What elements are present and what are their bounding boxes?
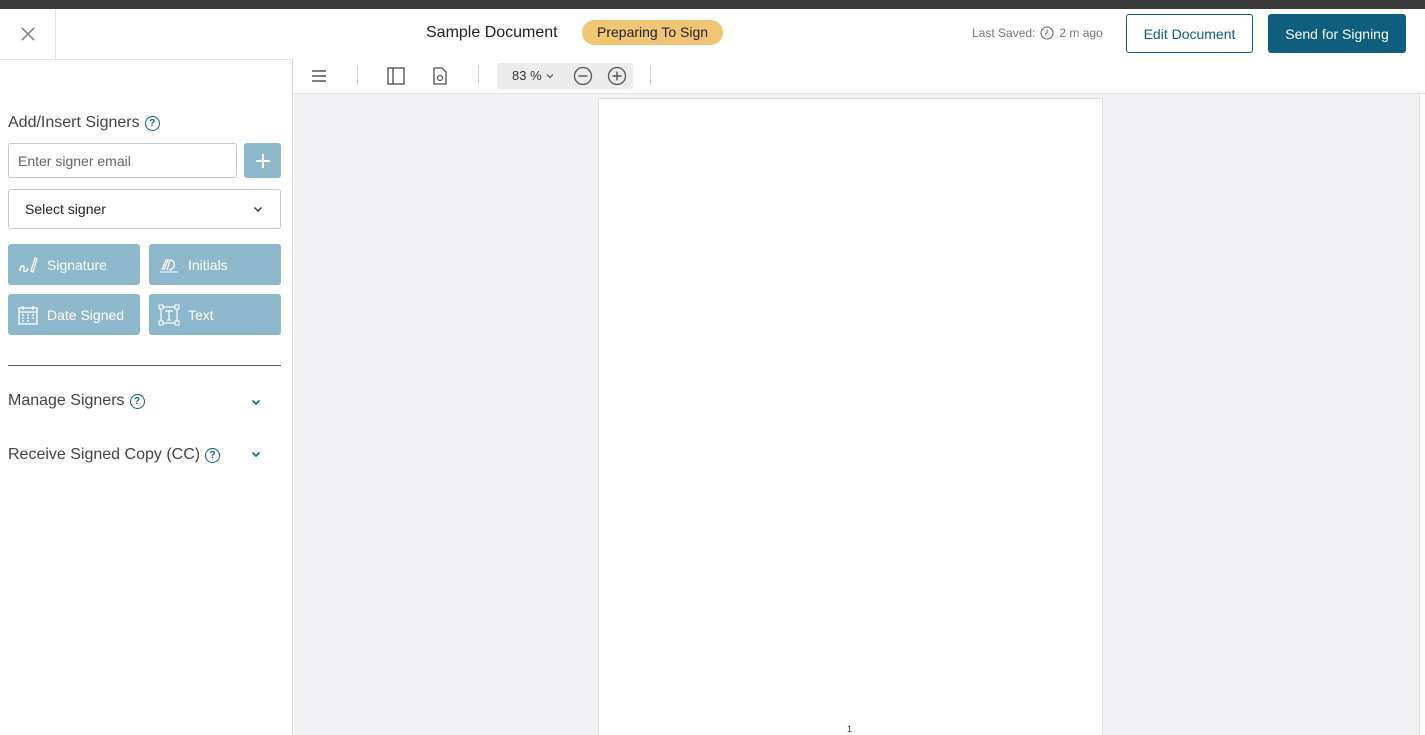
zoom-control: 83 % <box>497 63 633 89</box>
signature-label: Signature <box>47 256 107 273</box>
document-viewer[interactable]: 1 <box>294 94 1419 735</box>
zoom-out-button[interactable] <box>571 64 595 88</box>
clock-icon <box>1040 26 1054 40</box>
text-field-icon <box>158 304 180 325</box>
close-button[interactable] <box>0 9 56 59</box>
add-signers-heading: Add/Insert Signers ? <box>8 114 160 132</box>
toolbar-separator <box>478 65 479 85</box>
initials-icon <box>160 258 178 273</box>
initials-field-button[interactable]: Initials <box>149 244 281 285</box>
document-page[interactable] <box>598 98 1103 735</box>
edit-document-button[interactable]: Edit Document <box>1126 14 1253 53</box>
receive-copy-toggle[interactable] <box>250 447 262 465</box>
window-top-strip <box>0 0 1425 9</box>
document-settings-icon <box>433 67 447 85</box>
manage-signers-text: Manage Signers <box>8 392 125 409</box>
sidebar-divider <box>8 365 281 366</box>
chevron-down-icon <box>254 207 262 212</box>
text-field-button[interactable]: Text <box>149 294 281 335</box>
menu-button[interactable] <box>307 64 331 88</box>
date-signed-field-button[interactable]: Date Signed <box>8 294 140 335</box>
signer-email-input[interactable] <box>8 143 237 178</box>
zoom-in-button[interactable] <box>605 64 629 88</box>
chevron-down-icon <box>546 73 554 78</box>
initials-label: Initials <box>188 256 228 273</box>
select-signer-value: Select signer <box>25 201 106 217</box>
toolbar-separator <box>650 65 651 85</box>
add-signers-heading-text: Add/Insert Signers <box>8 114 140 131</box>
signature-icon <box>19 256 38 273</box>
text-label: Text <box>188 306 214 323</box>
date-signed-label: Date Signed <box>47 306 125 323</box>
chevron-down-icon <box>251 451 261 458</box>
zoom-in-icon <box>607 66 627 86</box>
add-signer-button[interactable] <box>244 143 281 178</box>
sidebar-toggle-icon <box>387 67 405 85</box>
document-settings-button[interactable] <box>428 64 452 88</box>
help-icon[interactable]: ? <box>129 393 145 409</box>
viewer-scrollbar[interactable] <box>1419 94 1425 735</box>
close-icon <box>20 27 35 41</box>
receive-copy-heading[interactable]: Receive Signed Copy (CC) ? <box>8 446 221 464</box>
signature-field-button[interactable]: Signature <box>8 244 140 285</box>
last-saved-indicator: Last Saved: 2 m ago <box>972 26 1103 40</box>
app-header: Sample Document Preparing To Sign Last S… <box>0 9 1425 59</box>
manage-signers-heading[interactable]: Manage Signers ? <box>8 392 145 410</box>
receive-copy-text: Receive Signed Copy (CC) <box>8 446 201 463</box>
manage-signers-toggle[interactable] <box>250 395 262 413</box>
last-saved-label: Last Saved: <box>972 26 1036 40</box>
page-number: 1 <box>847 724 853 734</box>
signers-sidebar: Add/Insert Signers ? Select signer Signa… <box>0 59 293 735</box>
help-icon[interactable]: ? <box>205 447 221 463</box>
plus-icon <box>255 153 270 168</box>
zoom-out-icon <box>573 66 593 86</box>
status-badge: Preparing To Sign <box>582 20 724 45</box>
calendar-icon <box>18 305 38 325</box>
last-saved-value: 2 m ago <box>1059 26 1103 40</box>
send-for-signing-button[interactable]: Send for Signing <box>1268 14 1406 53</box>
document-title: Sample Document <box>426 24 558 41</box>
chevron-down-icon <box>251 399 261 406</box>
toggle-sidebar-button[interactable] <box>384 64 408 88</box>
select-signer-dropdown[interactable]: Select signer <box>8 189 281 229</box>
zoom-level-dropdown[interactable]: 83 % <box>512 68 555 83</box>
toolbar-separator <box>357 65 358 85</box>
viewer-toolbar: 83 % <box>293 59 1425 94</box>
menu-icon <box>312 70 326 82</box>
help-icon[interactable]: ? <box>144 115 160 131</box>
zoom-level: 83 % <box>512 68 542 83</box>
